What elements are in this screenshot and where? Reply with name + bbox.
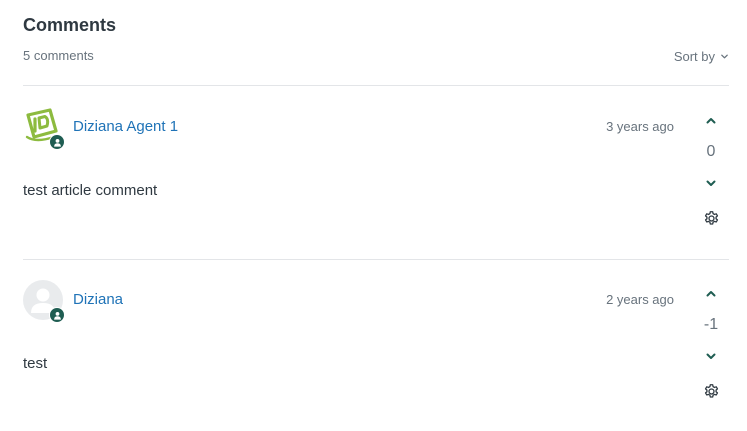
comment-item: Diziana Agent 1 3 years ago test article…	[23, 107, 729, 257]
sort-by-label: Sort by	[673, 49, 715, 64]
chevron-down-icon	[706, 180, 716, 186]
gear-icon	[704, 210, 718, 225]
sort-by-dropdown[interactable]: Sort by	[674, 49, 729, 64]
vote-count: -1	[703, 316, 719, 333]
vote-count: 0	[706, 143, 716, 160]
comment-item: Diziana 2 years ago test -1	[23, 280, 729, 430]
comment-body: test article comment	[23, 182, 158, 199]
comment-body: test	[23, 355, 48, 372]
chevron-down-icon	[706, 353, 716, 359]
divider	[23, 85, 729, 86]
comment-timestamp: 3 years ago	[606, 119, 674, 134]
comments-section-header: Comments 5 comments Sort by	[23, 13, 729, 64]
divider	[23, 259, 729, 260]
chevron-down-icon	[721, 54, 728, 59]
vote-up-button[interactable]	[701, 111, 721, 131]
chevron-up-icon	[706, 291, 716, 297]
comment-count: 5 comments	[23, 48, 94, 63]
comment-settings-button[interactable]	[701, 381, 721, 401]
vote-down-button[interactable]	[701, 173, 721, 193]
agent-badge-icon	[49, 134, 65, 150]
comment-settings-button[interactable]	[701, 208, 721, 228]
comment-timestamp: 2 years ago	[606, 292, 674, 307]
comments-title: Comments	[23, 15, 117, 35]
chevron-up-icon	[706, 118, 716, 124]
vote-up-button[interactable]	[701, 284, 721, 304]
comment-author-link[interactable]: Diziana Agent 1	[73, 118, 178, 136]
vote-down-button[interactable]	[701, 346, 721, 366]
gear-icon	[704, 383, 718, 398]
agent-badge-icon	[49, 307, 65, 323]
comment-author-link[interactable]: Diziana	[73, 291, 123, 309]
